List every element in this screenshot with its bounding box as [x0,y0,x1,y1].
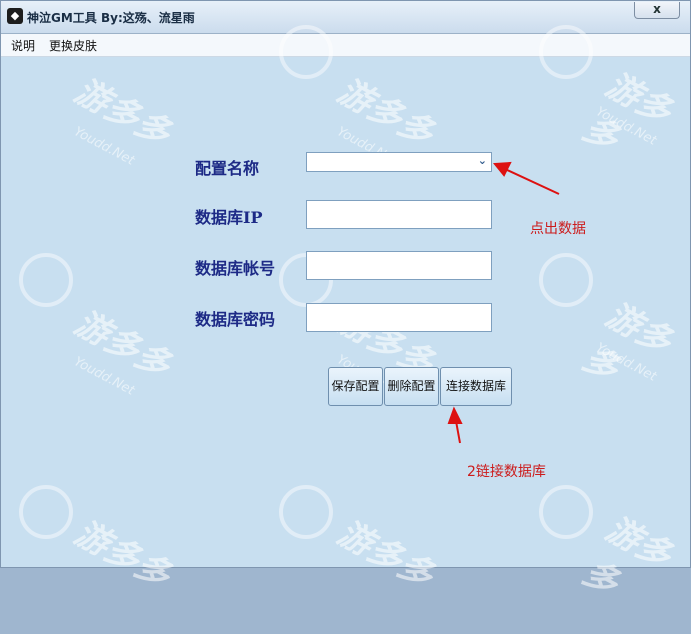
menu-item-change-skin[interactable]: 更换皮肤 [49,37,97,54]
annotation-arrows [447,161,560,444]
main-window: ◆ 神泣GM工具 By:这殇、流星雨 x 说明 更换皮肤 游多多 游多多 游多多… [0,0,691,604]
title-bar[interactable]: ◆ 神泣GM工具 By:这殇、流星雨 x [1,1,690,34]
close-button[interactable]: x [634,2,680,19]
client-area: 游多多 游多多 游多多 游多多 游多多 游多多 游多多 游多多 游多多 Youd… [1,25,690,604]
annotation-click-data: 点出数据 [530,221,586,237]
annotation-connect-database: 2链接数据库 [467,464,546,480]
app-icon: ◆ [7,8,23,24]
arrow-to-combobox [492,161,560,195]
menu-item-help[interactable]: 说明 [11,37,35,54]
window-title: 神泣GM工具 By:这殇、流星雨 [27,11,195,25]
arrow-to-connect-button [447,406,463,444]
